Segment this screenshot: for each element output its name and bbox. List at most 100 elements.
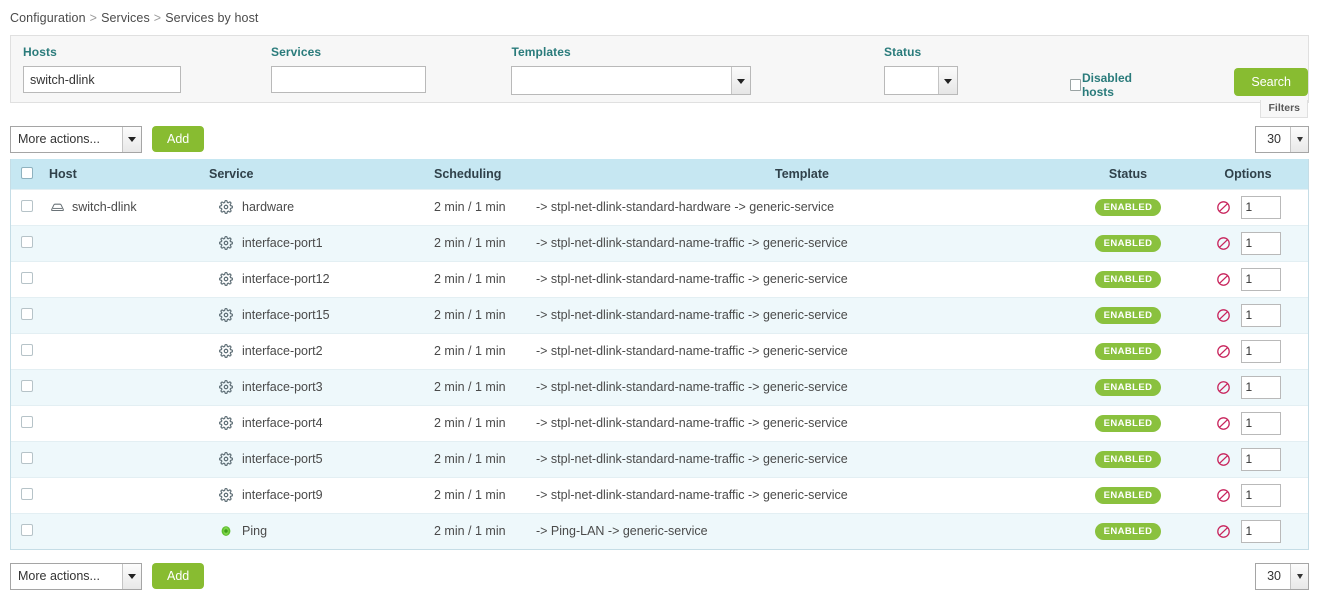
status-cell: ENABLED [1068, 261, 1188, 297]
select-all-checkbox[interactable] [21, 167, 33, 179]
service-name[interactable]: interface-port1 [242, 236, 323, 250]
scheduling-cell: 2 min / 1 min [426, 477, 536, 513]
column-header-service[interactable]: Service [201, 159, 426, 189]
service-name[interactable]: interface-port15 [242, 308, 330, 322]
template-cell: -> stpl-net-dlink-standard-hardware -> g… [536, 189, 1068, 225]
template-cell: -> stpl-net-dlink-standard-name-traffic … [536, 441, 1068, 477]
breadcrumb-separator: > [150, 11, 165, 25]
breadcrumb-item-services[interactable]: Services [101, 11, 150, 25]
templates-label: Templates [511, 45, 872, 59]
row-checkbox[interactable] [21, 380, 33, 392]
row-checkbox[interactable] [21, 524, 33, 536]
status-select[interactable] [884, 66, 958, 95]
service-name[interactable]: hardware [242, 200, 294, 214]
service-name[interactable]: interface-port5 [242, 452, 323, 466]
templates-select[interactable] [511, 66, 751, 95]
add-button-top[interactable]: Add [152, 126, 204, 152]
column-header-template[interactable]: Template [536, 159, 1068, 189]
service-name[interactable]: interface-port9 [242, 488, 323, 502]
service-name[interactable]: interface-port3 [242, 380, 323, 394]
column-header-host[interactable]: Host [41, 159, 201, 189]
host-cell [41, 513, 201, 549]
service-cell: interface-port1 [201, 225, 426, 261]
more-actions-select-top[interactable]: More actions... [10, 126, 142, 153]
status-badge: ENABLED [1095, 451, 1162, 468]
more-actions-select-bottom[interactable]: More actions... [10, 563, 142, 590]
row-checkbox[interactable] [21, 452, 33, 464]
quantity-input[interactable] [1241, 304, 1281, 327]
disable-icon[interactable] [1216, 308, 1231, 323]
page-size-value: 30 [1256, 127, 1290, 152]
quantity-input[interactable] [1241, 268, 1281, 291]
row-select-cell [11, 189, 41, 225]
filter-group-templates: Templates [499, 45, 872, 99]
disable-icon[interactable] [1216, 416, 1231, 431]
disable-icon[interactable] [1216, 488, 1231, 503]
filters-tab[interactable]: Filters [1260, 100, 1308, 118]
disable-icon[interactable] [1216, 524, 1231, 539]
host-name[interactable]: switch-dlink [72, 200, 137, 214]
scheduling-cell: 2 min / 1 min [426, 441, 536, 477]
template-cell: -> stpl-net-dlink-standard-name-traffic … [536, 405, 1068, 441]
breadcrumb-item-services-by-host[interactable]: Services by host [165, 11, 258, 25]
column-header-scheduling[interactable]: Scheduling [426, 159, 536, 189]
quantity-input[interactable] [1241, 448, 1281, 471]
quantity-input[interactable] [1241, 232, 1281, 255]
add-button-bottom[interactable]: Add [152, 563, 204, 589]
row-checkbox[interactable] [21, 272, 33, 284]
row-select-cell [11, 261, 41, 297]
quantity-input[interactable] [1241, 520, 1281, 543]
toolbar-bottom: More actions... Add 30 [10, 556, 1309, 596]
disable-icon[interactable] [1216, 344, 1231, 359]
status-select-value [885, 67, 938, 94]
status-cell: ENABLED [1068, 369, 1188, 405]
quantity-input[interactable] [1241, 376, 1281, 399]
row-checkbox[interactable] [21, 416, 33, 428]
disable-icon[interactable] [1216, 200, 1231, 215]
row-checkbox[interactable] [21, 488, 33, 500]
disable-icon[interactable] [1216, 452, 1231, 467]
disabled-hosts-toggle[interactable]: Disabled hosts [1070, 71, 1163, 99]
status-cell: ENABLED [1068, 477, 1188, 513]
status-badge: ENABLED [1095, 523, 1162, 540]
page-size-select-bottom[interactable]: 30 [1255, 563, 1309, 590]
service-name[interactable]: interface-port2 [242, 344, 323, 358]
breadcrumb-item-configuration[interactable]: Configuration [10, 11, 86, 25]
service-name[interactable]: interface-port12 [242, 272, 330, 286]
disable-icon[interactable] [1216, 272, 1231, 287]
select-all-header [11, 159, 41, 189]
status-cell: ENABLED [1068, 441, 1188, 477]
options-cell [1188, 477, 1308, 513]
table-row: interface-port12 min / 1 min-> stpl-net-… [11, 225, 1308, 261]
breadcrumb: Configuration>Services>Services by host [0, 0, 1319, 35]
service-name[interactable]: Ping [242, 524, 267, 538]
service-cell: interface-port3 [201, 369, 426, 405]
page-size-select-top[interactable]: 30 [1255, 126, 1309, 153]
more-actions-value: More actions... [11, 127, 122, 152]
disable-icon[interactable] [1216, 236, 1231, 251]
column-header-status[interactable]: Status [1068, 159, 1188, 189]
quantity-input[interactable] [1241, 412, 1281, 435]
row-checkbox[interactable] [21, 308, 33, 320]
quantity-input[interactable] [1241, 484, 1281, 507]
services-table-wrap: Host Service Scheduling Template Status … [10, 159, 1309, 550]
scheduling-cell: 2 min / 1 min [426, 261, 536, 297]
quantity-input[interactable] [1241, 196, 1281, 219]
host-cell: switch-dlink [41, 189, 201, 225]
service-cell: Ping [201, 513, 426, 549]
search-button[interactable]: Search [1234, 68, 1308, 96]
quantity-input[interactable] [1241, 340, 1281, 363]
disable-icon[interactable] [1216, 380, 1231, 395]
scheduling-cell: 2 min / 1 min [426, 405, 536, 441]
row-checkbox[interactable] [21, 236, 33, 248]
status-badge: ENABLED [1095, 235, 1162, 252]
row-checkbox[interactable] [21, 200, 33, 212]
host-cell [41, 477, 201, 513]
row-checkbox[interactable] [21, 344, 33, 356]
services-input[interactable] [271, 66, 426, 93]
template-cell: -> stpl-net-dlink-standard-name-traffic … [536, 225, 1068, 261]
hosts-input[interactable] [23, 66, 181, 93]
gear-icon [219, 344, 233, 358]
disabled-hosts-checkbox[interactable] [1070, 79, 1081, 91]
service-name[interactable]: interface-port4 [242, 416, 323, 430]
